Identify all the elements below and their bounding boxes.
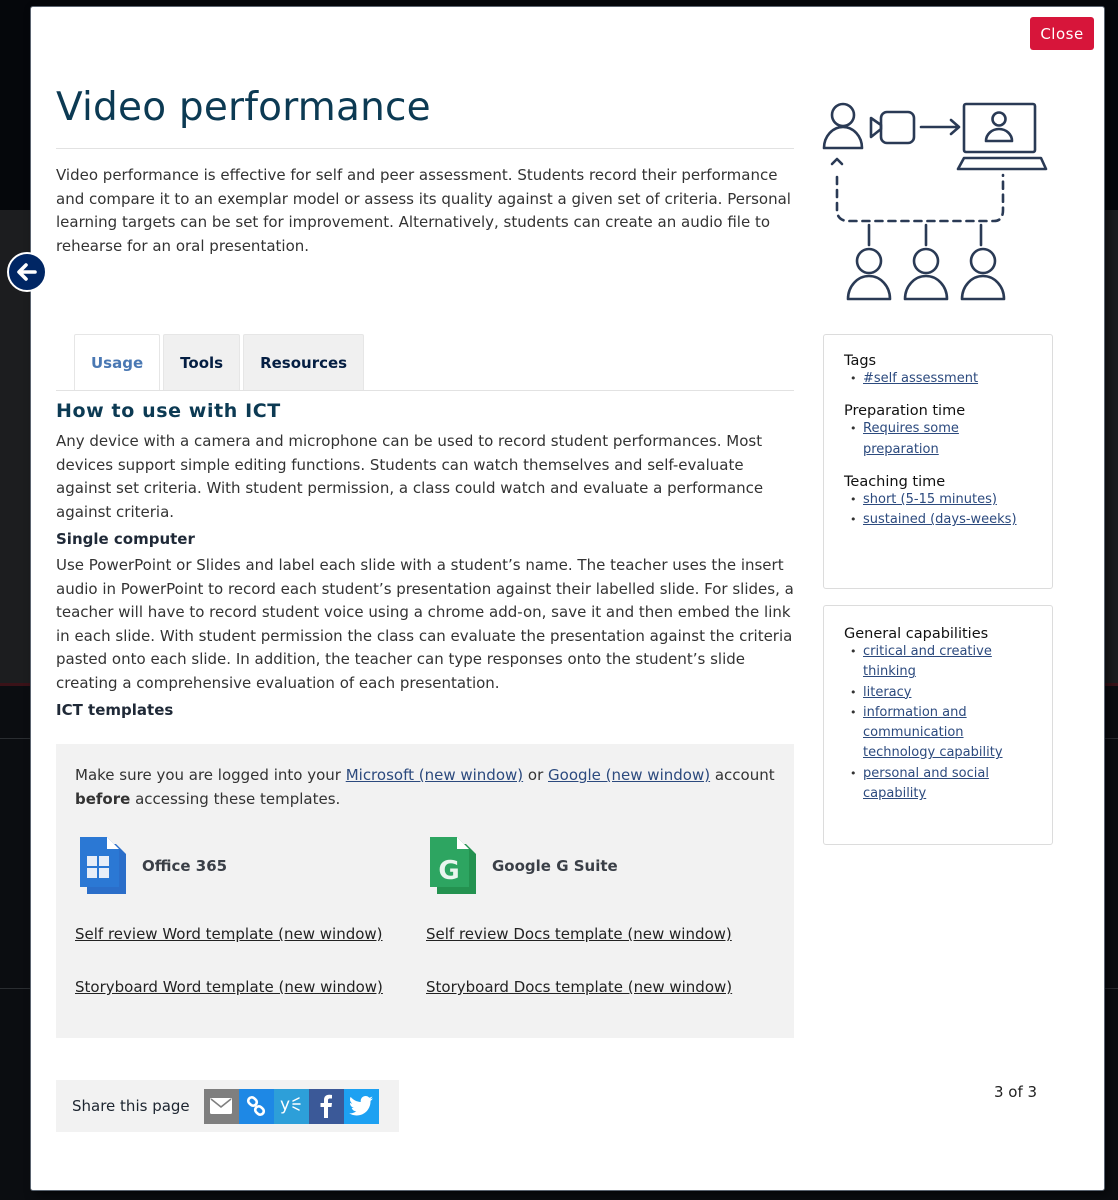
svg-text:y: y (280, 1095, 290, 1115)
provider-google-gsuite: G Google G Suite (428, 836, 618, 896)
capability-link[interactable]: personal and social capability (863, 766, 989, 801)
single-computer-heading: Single computer (56, 530, 195, 548)
self-review-docs-template-link[interactable]: Self review Docs template (new window) (426, 925, 732, 943)
list-item: critical and creative thinking (848, 642, 1023, 683)
tab-resources[interactable]: Resources (243, 334, 365, 390)
list-item: literacy (848, 683, 1023, 704)
teaching-time-link[interactable]: sustained (days-weeks) (863, 512, 1017, 527)
modal-dialog: Close Video performance Video performanc… (31, 7, 1104, 1190)
tags-heading: Tags (844, 353, 877, 369)
list-item: personal and social capability (848, 764, 1023, 805)
teaching-time-link[interactable]: short (5-15 minutes) (863, 492, 997, 507)
yammer-icon: y (280, 1095, 301, 1115)
provider-name: Google G Suite (492, 857, 618, 875)
teaching-time-list: short (5-15 minutes) sustained (days-wee… (848, 490, 1032, 531)
ict-templates-box: Make sure you are logged into your Micro… (56, 744, 794, 1038)
list-item: short (5-15 minutes) (848, 490, 1032, 511)
provider-name: Office 365 (142, 857, 228, 875)
presenter-person-icon (822, 102, 864, 150)
office-365-doc-icon (80, 837, 126, 894)
single-computer-paragraph: Use PowerPoint or Slides and label each … (56, 556, 794, 692)
capability-link[interactable]: literacy (863, 685, 911, 700)
share-bar: Share this page y (56, 1080, 399, 1132)
storyboard-docs-template-link[interactable]: Storyboard Docs template (new window) (426, 978, 732, 996)
share-twitter-button[interactable] (343, 1088, 379, 1124)
tag-link[interactable]: #self assessment (863, 371, 978, 386)
video-performance-illustration (822, 102, 1048, 301)
audience-person-icon (846, 247, 892, 301)
link-icon (247, 1096, 266, 1116)
share-email-button[interactable] (203, 1088, 239, 1124)
microsoft-login-link[interactable]: Microsoft (new window) (346, 766, 523, 784)
list-item: #self assessment (848, 369, 1032, 390)
capabilities-list: critical and creative thinking literacy … (848, 642, 1023, 804)
metadata-panel: Tags #self assessment Preparation time R… (823, 334, 1053, 589)
facebook-icon (320, 1094, 333, 1118)
preparation-time-list: Requires some preparation (848, 419, 1032, 460)
loop-arrowhead (830, 157, 844, 166)
twitter-icon (349, 1096, 374, 1116)
laptop-icon (956, 102, 1048, 171)
tab-usage[interactable]: Usage (74, 334, 161, 391)
intro-text: Video performance is effective for self … (56, 166, 791, 255)
video-camera-icon (869, 110, 916, 145)
note-bold-text: before (75, 789, 131, 808)
storyboard-word-template-link[interactable]: Storyboard Word template (new window) (75, 978, 383, 996)
feedback-loop-path (835, 173, 1005, 223)
note-text: account (710, 766, 775, 784)
svg-text:G: G (438, 856, 459, 886)
preparation-time-heading: Preparation time (844, 403, 966, 420)
login-note: Make sure you are logged into your Micro… (75, 764, 775, 811)
capabilities-panel: General capabilities critical and creati… (823, 605, 1053, 845)
ict-templates-heading: ICT templates (56, 701, 174, 719)
previous-item-button[interactable] (7, 252, 47, 292)
usage-panel: How to use with ICT Any device with a ca… (56, 399, 796, 719)
usage-paragraph: Any device with a camera and microphone … (56, 432, 764, 521)
audience-person-icon (960, 247, 1006, 301)
provider-office-365: Office 365 (78, 836, 227, 896)
share-facebook-button[interactable] (308, 1088, 344, 1124)
capability-link[interactable]: critical and creative thinking (863, 644, 992, 679)
share-yammer-button[interactable]: y (273, 1088, 309, 1124)
list-item: information and communication technology… (848, 703, 1023, 764)
note-text: Make sure you are logged into your (75, 766, 346, 784)
note-text: or (523, 766, 549, 784)
google-gsuite-doc-icon: G (430, 837, 476, 894)
close-button[interactable]: Close (1030, 17, 1094, 50)
arrow-right-icon (919, 118, 961, 136)
list-item: sustained (days-weeks) (848, 510, 1032, 531)
tab-tools[interactable]: Tools (163, 334, 241, 390)
envelope-icon (210, 1098, 233, 1114)
preparation-time-link[interactable]: Requires some preparation (863, 421, 959, 456)
section-heading: How to use with ICT (56, 400, 281, 422)
general-capabilities-heading: General capabilities (844, 626, 989, 642)
capability-link[interactable]: information and communication technology… (863, 705, 1003, 761)
share-copy-link-button[interactable] (238, 1088, 274, 1124)
title-divider (56, 148, 794, 149)
page-title: Video performance (56, 85, 431, 130)
tab-list: Usage Tools Resources (74, 334, 365, 391)
tabs-divider (56, 390, 794, 391)
tags-list: #self assessment (848, 369, 1032, 390)
google-login-link[interactable]: Google (new window) (548, 766, 710, 784)
audience-person-icon (903, 247, 949, 301)
note-text: accessing these templates. (130, 789, 341, 808)
teaching-time-heading: Teaching time (844, 473, 946, 490)
pager-indicator: 3 of 3 (994, 1083, 1038, 1101)
arrow-left-icon (17, 263, 37, 281)
self-review-word-template-link[interactable]: Self review Word template (new window) (75, 925, 383, 943)
share-label: Share this page (72, 1097, 190, 1115)
list-item: Requires some preparation (848, 419, 978, 460)
